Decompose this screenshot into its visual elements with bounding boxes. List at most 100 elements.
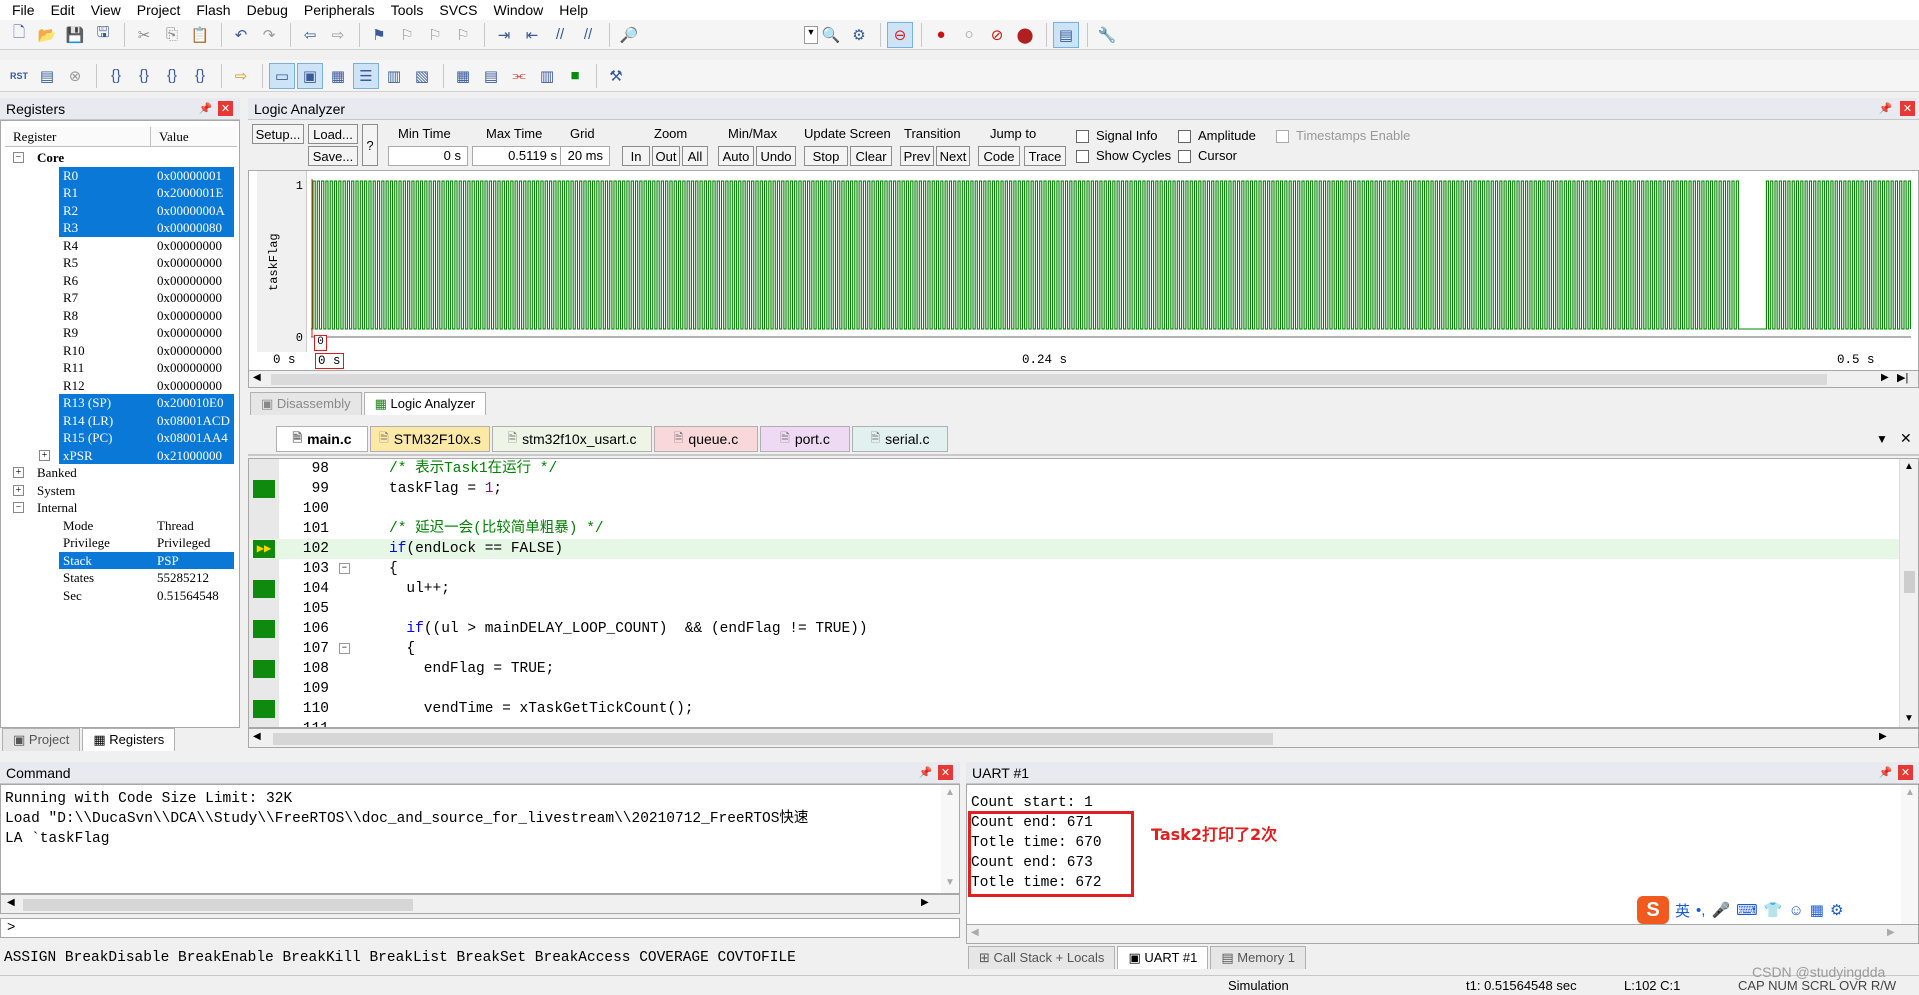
register-row[interactable]: R10 0x00000000 bbox=[1, 342, 237, 360]
amplitude-checkbox[interactable] bbox=[1178, 130, 1191, 143]
find-in-files-icon[interactable]: 🔎 bbox=[616, 22, 642, 48]
unindent-icon[interactable]: ⇤ bbox=[519, 22, 545, 48]
register-row[interactable]: R8 0x00000000 bbox=[1, 307, 237, 325]
pin-icon[interactable]: 📌 bbox=[198, 101, 213, 116]
transition-next-button[interactable]: Next bbox=[936, 146, 970, 166]
code-line[interactable]: 107− { bbox=[249, 639, 1899, 659]
menu-project[interactable]: Project bbox=[129, 2, 189, 18]
file-tab[interactable]: 🗎 stm32f10x_usart.c bbox=[492, 426, 652, 452]
close-icon[interactable]: ✕ bbox=[218, 101, 233, 116]
watch-windows-icon[interactable]: ▧ bbox=[409, 63, 435, 89]
minmax-undo-button[interactable]: Undo bbox=[756, 146, 796, 166]
taskflag-waveform[interactable] bbox=[311, 179, 1911, 345]
emoji-icon[interactable]: ☺ bbox=[1788, 902, 1803, 919]
uart-output[interactable]: Count start: 1 Count end: 671 Totle time: … bbox=[966, 784, 1919, 944]
serial-window-icon[interactable]: ▤ bbox=[478, 63, 504, 89]
fold-icon[interactable]: − bbox=[339, 643, 350, 654]
close-icon[interactable]: ✕ bbox=[1898, 765, 1913, 780]
keyboard-icon[interactable]: ⌨ bbox=[1736, 901, 1758, 919]
timestamps-checkbox[interactable] bbox=[1276, 130, 1289, 143]
show-next-statement-icon[interactable]: ⇨ bbox=[228, 63, 254, 89]
la-setup-button[interactable]: Setup... bbox=[252, 124, 304, 144]
register-row[interactable]: R14 (LR) 0x08001ACD bbox=[1, 411, 237, 429]
register-value[interactable]: 55285212 bbox=[157, 569, 209, 587]
signal-info-checkbox[interactable] bbox=[1076, 130, 1089, 143]
copy-icon[interactable]: ⎘ bbox=[159, 22, 185, 48]
command-output[interactable]: Running with Code Size Limit: 32K Load "D… bbox=[0, 784, 960, 894]
configure-icon[interactable]: 🔧 bbox=[1094, 22, 1120, 48]
code-editor[interactable]: 98 /* 表示Task1在运行 */ 99 taskFlag = 1; 100 101 /… bbox=[248, 458, 1919, 728]
expand-icon[interactable]: + bbox=[39, 449, 50, 461]
editor-horizontal-scrollbar[interactable]: ◀ ▶ bbox=[248, 728, 1919, 748]
breakpoint-kill-all-icon[interactable]: ⬤ bbox=[1012, 22, 1038, 48]
command-vertical-scrollbar[interactable]: ▲ ▼ bbox=[941, 785, 959, 893]
file-tab[interactable]: 🗎 serial.c bbox=[852, 426, 948, 452]
breakpoint-insert-icon[interactable]: ● bbox=[928, 22, 954, 48]
comment-icon[interactable]: // bbox=[547, 22, 573, 48]
settings-icon[interactable]: ⚙ bbox=[1830, 901, 1843, 919]
menu-help[interactable]: Help bbox=[551, 2, 596, 18]
menu-peripherals[interactable]: Peripherals bbox=[296, 2, 383, 18]
la-horizontal-scrollbar[interactable]: ◀ ▶ ▶| bbox=[248, 370, 1919, 388]
register-value[interactable]: 0.51564548 bbox=[157, 587, 219, 605]
register-row[interactable]: Mode Thread bbox=[1, 517, 237, 535]
window-layout-icon[interactable]: ▤ bbox=[1053, 21, 1079, 48]
paste-icon[interactable]: 📋 bbox=[187, 22, 213, 48]
apps-icon[interactable]: ▦ bbox=[1810, 901, 1824, 919]
code-line[interactable]: 100 bbox=[249, 499, 1899, 519]
fold-icon[interactable]: − bbox=[339, 563, 350, 574]
run-to-cursor-icon[interactable]: {} bbox=[187, 63, 213, 89]
show-cycles-checkbox[interactable] bbox=[1076, 150, 1089, 163]
mic-icon[interactable]: 🎤 bbox=[1711, 901, 1730, 919]
scroll-up-icon[interactable]: ▲ bbox=[945, 787, 955, 798]
register-value[interactable]: 0x00000000 bbox=[157, 272, 222, 290]
command-window-icon[interactable]: ▭ bbox=[269, 62, 295, 89]
scroll-up-icon[interactable]: ▲ bbox=[1905, 787, 1915, 798]
update-clear-button[interactable]: Clear bbox=[850, 146, 892, 166]
start-debug-icon[interactable]: ⊖ bbox=[887, 21, 913, 48]
menu-flash[interactable]: Flash bbox=[188, 2, 238, 18]
tab-project[interactable]: ▣ Project bbox=[2, 728, 81, 751]
register-value[interactable]: 0x00000000 bbox=[157, 289, 222, 307]
expand-icon[interactable]: + bbox=[13, 467, 24, 478]
register-value[interactable]: 0x00000000 bbox=[157, 254, 222, 272]
bookmark-clear-icon[interactable]: ⚐ bbox=[450, 22, 476, 48]
code-line[interactable]: 103− { bbox=[249, 559, 1899, 579]
expand-icon[interactable]: + bbox=[13, 484, 24, 496]
code-line[interactable]: 101 /* 延迟一会(比较简单粗暴) */ bbox=[249, 519, 1899, 539]
menu-file[interactable]: File bbox=[4, 2, 43, 18]
trace-window-icon[interactable]: ▥ bbox=[534, 63, 560, 89]
save-all-icon[interactable]: 🖫 bbox=[90, 22, 116, 48]
symbols-window-icon[interactable]: ▦ bbox=[325, 63, 351, 89]
disassembly-window-icon[interactable]: ▣ bbox=[297, 62, 323, 89]
zoom-in-button[interactable]: In bbox=[622, 146, 650, 166]
find-combo-dropdown[interactable]: ▼ bbox=[804, 25, 818, 44]
register-value[interactable]: 0x200010E0 bbox=[154, 394, 234, 412]
bookmark-prev-icon[interactable]: ⚐ bbox=[394, 22, 420, 48]
nav-forward-icon[interactable]: ⇨ bbox=[325, 22, 351, 48]
tab-logic-analyzer[interactable]: ▦ Logic Analyzer bbox=[363, 392, 487, 415]
menu-svcs[interactable]: SVCS bbox=[431, 2, 485, 18]
code-line[interactable]: 108 endFlag = TRUE; bbox=[249, 659, 1899, 679]
scroll-down-icon[interactable]: ▼ bbox=[945, 877, 955, 888]
editor-hscroll-thumb[interactable] bbox=[273, 733, 1273, 745]
file-tab[interactable]: 🗎 queue.c bbox=[654, 426, 758, 452]
scroll-up-icon[interactable]: ▲ bbox=[1904, 461, 1914, 472]
editor-vertical-scrollbar[interactable]: ▲ ▼ bbox=[1899, 459, 1918, 727]
scroll-left-icon[interactable]: ◀ bbox=[971, 927, 979, 938]
scroll-end-icon[interactable]: ▶| bbox=[1897, 371, 1908, 384]
code-line[interactable]: 110 vendTime = xTaskGetTickCount(); bbox=[249, 699, 1899, 719]
cut-icon[interactable]: ✂ bbox=[131, 22, 157, 48]
register-value[interactable]: 0x08001ACD bbox=[154, 411, 234, 429]
skin-icon[interactable]: 👕 bbox=[1764, 901, 1783, 919]
register-value[interactable]: 0x08001AA4 bbox=[154, 429, 234, 447]
transition-prev-button[interactable]: Prev bbox=[900, 146, 934, 166]
register-group[interactable]: − Core bbox=[1, 149, 237, 167]
signal-name-taskflag[interactable]: taskFlag bbox=[267, 233, 281, 291]
register-row[interactable]: Privilege Privileged bbox=[1, 534, 237, 552]
menu-view[interactable]: View bbox=[83, 2, 129, 18]
register-value[interactable]: 0x00000001 bbox=[154, 166, 234, 184]
zoom-all-button[interactable]: All bbox=[682, 146, 708, 166]
register-row[interactable]: R6 0x00000000 bbox=[1, 272, 237, 290]
scroll-left-icon[interactable]: ◀ bbox=[253, 372, 261, 383]
